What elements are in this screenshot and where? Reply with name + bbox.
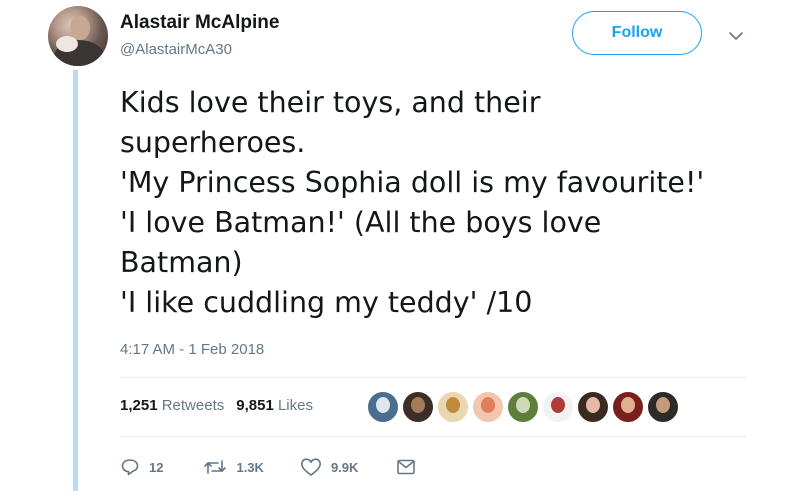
chevron-down-icon[interactable] xyxy=(726,26,746,46)
like-count: 9.9K xyxy=(330,459,359,475)
liker-avatar-face xyxy=(376,397,390,413)
liker-avatar[interactable] xyxy=(541,390,575,424)
likes-count: 9,851 xyxy=(236,397,274,414)
like-button[interactable]: 9.9K xyxy=(300,457,358,477)
retweet-icon xyxy=(204,460,227,474)
liker-avatar[interactable] xyxy=(436,390,470,424)
retweet-button[interactable]: 1.3K xyxy=(203,457,264,477)
divider xyxy=(120,377,747,378)
divider xyxy=(120,436,747,437)
tweet-actions: 12 1.3K 9.9K xyxy=(120,456,416,478)
tweet-text-line: Kids love their toys, and their xyxy=(120,86,541,119)
liker-avatar[interactable] xyxy=(611,390,645,424)
liker-avatar[interactable] xyxy=(471,390,505,424)
liker-avatar-face xyxy=(481,397,495,413)
retweet-count: 1.3K xyxy=(236,459,264,475)
tweet-text-line: superheroes. xyxy=(120,126,306,159)
reply-button[interactable]: 12 xyxy=(120,457,163,477)
retweets-count: 1,251 xyxy=(120,397,158,414)
liker-avatar-face xyxy=(411,397,425,413)
tweet-text-line: 'My Princess Sophia doll is my favourite… xyxy=(120,166,705,199)
liker-avatar-face xyxy=(551,397,565,413)
avatar-baby xyxy=(56,36,78,52)
direct-message-icon xyxy=(397,459,416,475)
liker-avatar-face xyxy=(516,397,530,413)
likes-stat[interactable]: 9,851 Likes xyxy=(236,397,313,414)
reply-count: 12 xyxy=(149,459,164,475)
author-handle[interactable]: @AlastairMcA30 xyxy=(120,41,232,58)
like-icon xyxy=(300,458,321,476)
liker-avatar[interactable] xyxy=(506,390,540,424)
follow-button[interactable]: Follow xyxy=(572,11,702,55)
liker-avatar-face xyxy=(586,397,600,413)
tweet-text: Kids love their toys, and their superher… xyxy=(120,83,760,323)
engagement-stats: 1,251 Retweets 9,851 Likes xyxy=(120,397,313,414)
liker-avatar[interactable] xyxy=(401,390,435,424)
liker-avatar[interactable] xyxy=(576,390,610,424)
liker-avatars xyxy=(366,390,681,424)
liker-avatar-face xyxy=(621,397,635,413)
liker-avatar[interactable] xyxy=(366,390,400,424)
liker-avatar-face xyxy=(656,397,670,413)
author-avatar[interactable] xyxy=(48,6,108,66)
retweets-label: Retweets xyxy=(161,397,225,414)
tweet-text-line: Batman) xyxy=(120,246,243,279)
tweet-text-line: 'I love Batman!' (All the boys love xyxy=(120,206,602,239)
liker-avatar[interactable] xyxy=(646,390,680,424)
tweet-text-line: 'I like cuddling my teddy' /10 xyxy=(120,286,533,319)
liker-avatar-face xyxy=(446,397,460,413)
thread-line xyxy=(73,70,78,491)
retweets-stat[interactable]: 1,251 Retweets xyxy=(120,397,224,414)
tweet-timestamp[interactable]: 4:17 AM - 1 Feb 2018 xyxy=(120,341,264,358)
likes-label: Likes xyxy=(277,397,313,414)
direct-message-button[interactable] xyxy=(396,458,416,476)
reply-icon xyxy=(121,459,139,476)
author-display-name[interactable]: Alastair McAlpine xyxy=(120,12,279,34)
